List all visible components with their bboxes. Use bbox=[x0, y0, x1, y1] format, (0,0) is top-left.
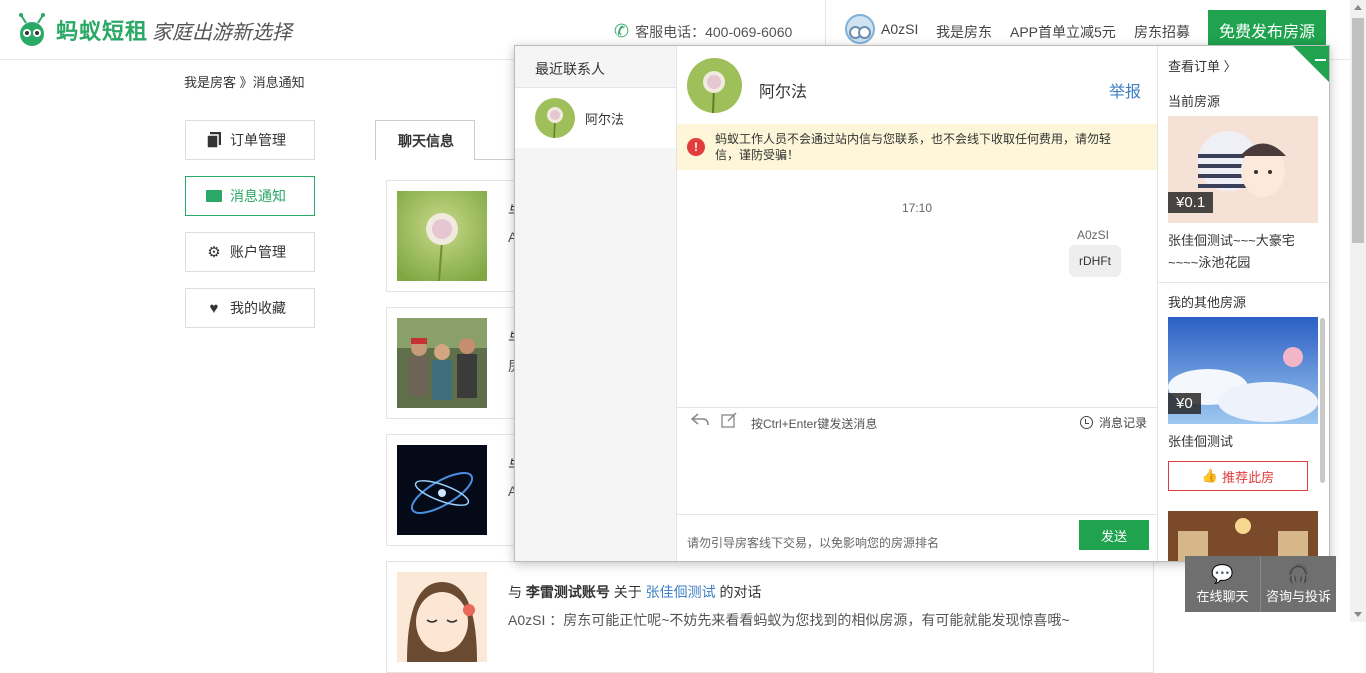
conversation-preview: A0zSI ：房东可能正忙呢~不妨先来看看蚂蚁为您找到的相似房源，有可能就能发现… bbox=[508, 612, 1070, 628]
menu-favorites[interactable]: ♥ 我的收藏 bbox=[185, 288, 315, 328]
minimize-icon[interactable] bbox=[1315, 59, 1326, 61]
chat-partner-avatar bbox=[687, 58, 742, 113]
online-chat-button[interactable]: 💬 在线聊天 bbox=[1185, 556, 1260, 612]
warning-text: 蚂蚁工作人员不会通过站内信与您联系，也不会线下收取任何费用，请勿轻信，谨防受骗！ bbox=[715, 132, 1112, 162]
site-logo[interactable]: 蚂蚁短租 家庭出游新选择 bbox=[14, 12, 292, 48]
chat-window: 最近联系人 阿尔法 阿尔法 举报 ! 蚂蚁工作人员不会通过站内信与您联系，也不会… bbox=[514, 45, 1330, 562]
people-thumbnail bbox=[397, 318, 487, 408]
header-divider bbox=[825, 0, 826, 46]
message-bubble: rDHFt bbox=[1069, 245, 1121, 277]
edit-icon[interactable] bbox=[721, 412, 737, 433]
chat-bubble-icon: 💬 bbox=[1211, 563, 1234, 584]
menu-label: 订单管理 bbox=[230, 132, 286, 148]
send-button[interactable]: 发送 bbox=[1079, 520, 1149, 550]
phone-icon: ✆ bbox=[614, 21, 630, 41]
contacts-panel: 最近联系人 阿尔法 bbox=[515, 46, 677, 561]
service-float-bar: 💬 在线聊天 🎧 咨询与投诉 bbox=[1185, 556, 1336, 612]
thumbs-up-icon: 👍 bbox=[1201, 468, 1219, 483]
contact-avatar bbox=[535, 98, 575, 138]
menu-order-management[interactable]: 订单管理 bbox=[185, 120, 315, 160]
message-history-button[interactable]: 消息记录 bbox=[1079, 414, 1147, 431]
recommend-button[interactable]: 👍 推荐此房 bbox=[1168, 461, 1308, 491]
abstract-thumbnail bbox=[397, 445, 487, 535]
fraud-warning: ! 蚂蚁工作人员不会通过站内信与您联系，也不会线下收取任何费用，请勿轻信，谨防受… bbox=[677, 124, 1157, 170]
input-hint: 按Ctrl+Enter键发送消息 bbox=[751, 417, 878, 431]
brand-slogan: 家庭出游新选择 bbox=[152, 19, 293, 44]
nav-recruit[interactable]: 房东招募 bbox=[1134, 22, 1190, 42]
conversation-card[interactable]: 与 李雷测试账号 关于 张佳佪测试 的对话 A0zSI ：房东可能正忙呢~不妨先… bbox=[386, 561, 1154, 673]
other-listings-label: 我的其他房源 bbox=[1168, 295, 1247, 310]
consult-complain-button[interactable]: 🎧 咨询与投诉 bbox=[1260, 556, 1336, 612]
flower-thumbnail bbox=[397, 191, 487, 281]
girl-thumbnail bbox=[397, 572, 487, 662]
page-scrollbar[interactable] bbox=[1350, 0, 1366, 622]
footer-divider bbox=[677, 514, 1157, 515]
side-divider bbox=[1158, 282, 1329, 283]
current-listing-label: 当前房源 bbox=[1168, 94, 1221, 109]
current-listing-title[interactable]: 张佳佪测试~~~大豪宅~~~~泳池花园 bbox=[1168, 230, 1323, 274]
conversation-title: 与 李雷测试账号 关于 张佳佪测试 的对话 bbox=[508, 584, 762, 600]
report-link[interactable]: 举报 bbox=[1109, 78, 1141, 102]
conversation-header: 阿尔法 举报 bbox=[677, 46, 1157, 124]
headset-icon: 🎧 bbox=[1287, 563, 1310, 584]
price-tag: ¥0 bbox=[1168, 393, 1201, 414]
tab-chat-info[interactable]: 聊天信息 bbox=[375, 120, 475, 160]
minimize-corner[interactable] bbox=[1293, 46, 1329, 84]
other-listing-image[interactable]: ¥0 bbox=[1168, 317, 1318, 424]
reply-icon[interactable] bbox=[690, 412, 709, 433]
document-icon bbox=[206, 132, 222, 148]
scroll-thumb[interactable] bbox=[1352, 18, 1364, 243]
scroll-down-icon[interactable] bbox=[1354, 612, 1362, 617]
composer-divider bbox=[677, 407, 1157, 408]
contact-name: 阿尔法 bbox=[585, 111, 625, 127]
avatar[interactable] bbox=[845, 14, 875, 44]
menu-label: 消息通知 bbox=[230, 188, 286, 204]
message-time: 17:10 bbox=[901, 201, 933, 215]
nav-landlord[interactable]: 我是房东 bbox=[936, 22, 992, 42]
message-sender: A0zSI bbox=[1076, 228, 1109, 242]
chat-partner-name: 阿尔法 bbox=[759, 84, 808, 101]
menu-label: 账户管理 bbox=[230, 244, 286, 260]
current-listing-image[interactable]: ¥0.1 bbox=[1168, 116, 1318, 223]
warning-icon: ! bbox=[687, 138, 705, 156]
scroll-up-icon[interactable] bbox=[1354, 5, 1362, 10]
publish-listing-button[interactable]: 免费发布房源 bbox=[1208, 10, 1326, 50]
other-listing-title[interactable]: 张佳佪测试 bbox=[1168, 431, 1323, 453]
clock-icon bbox=[1079, 416, 1093, 429]
username[interactable]: A0zSI bbox=[881, 21, 918, 37]
menu-label: 我的收藏 bbox=[230, 300, 286, 316]
footer-hint: 请勿引导房客线下交易，以免影响您的房源排名 bbox=[687, 536, 940, 550]
brand-name: 蚂蚁短租 bbox=[56, 19, 149, 44]
other-listing-image-2[interactable] bbox=[1168, 511, 1318, 561]
contacts-title: 最近联系人 bbox=[515, 46, 676, 88]
user-menu[interactable]: A0zSI bbox=[845, 14, 918, 44]
conversation-contact[interactable]: 李雷测试账号 bbox=[526, 584, 610, 600]
conversation-listing-link[interactable]: 张佳佪测试 bbox=[646, 584, 716, 600]
listing-side-panel: 查看订单 〉 当前房源 ¥0.1 张佳佪测试~~~大豪宅~~~~泳池花园 我的其… bbox=[1157, 46, 1329, 561]
gear-icon: ⚙ bbox=[207, 244, 221, 261]
menu-message-notify[interactable]: 消息通知 bbox=[185, 176, 315, 216]
view-order-link[interactable]: 查看订单 〉 bbox=[1168, 56, 1237, 75]
menu-account-management[interactable]: ⚙ 账户管理 bbox=[185, 232, 315, 272]
hotline-label: 客服电话： bbox=[635, 23, 706, 40]
heart-icon: ♥ bbox=[209, 299, 219, 317]
hotline: ✆ 客服电话： 400-069-6060 bbox=[614, 21, 792, 42]
nav-app-promo[interactable]: APP首单立减5元 bbox=[1010, 22, 1116, 42]
ant-logo-icon bbox=[19, 13, 45, 46]
conversation-panel: 阿尔法 举报 ! 蚂蚁工作人员不会通过站内信与您联系，也不会线下收取任何费用，请… bbox=[677, 46, 1157, 561]
price-tag: ¥0.1 bbox=[1168, 192, 1214, 213]
hotline-number: 400-069-6060 bbox=[705, 23, 793, 40]
side-scrollbar[interactable] bbox=[1320, 318, 1325, 483]
message-icon bbox=[206, 188, 222, 204]
contact-item[interactable]: 阿尔法 bbox=[515, 88, 676, 148]
breadcrumb: 我是房客 》消息通知 bbox=[184, 75, 305, 90]
